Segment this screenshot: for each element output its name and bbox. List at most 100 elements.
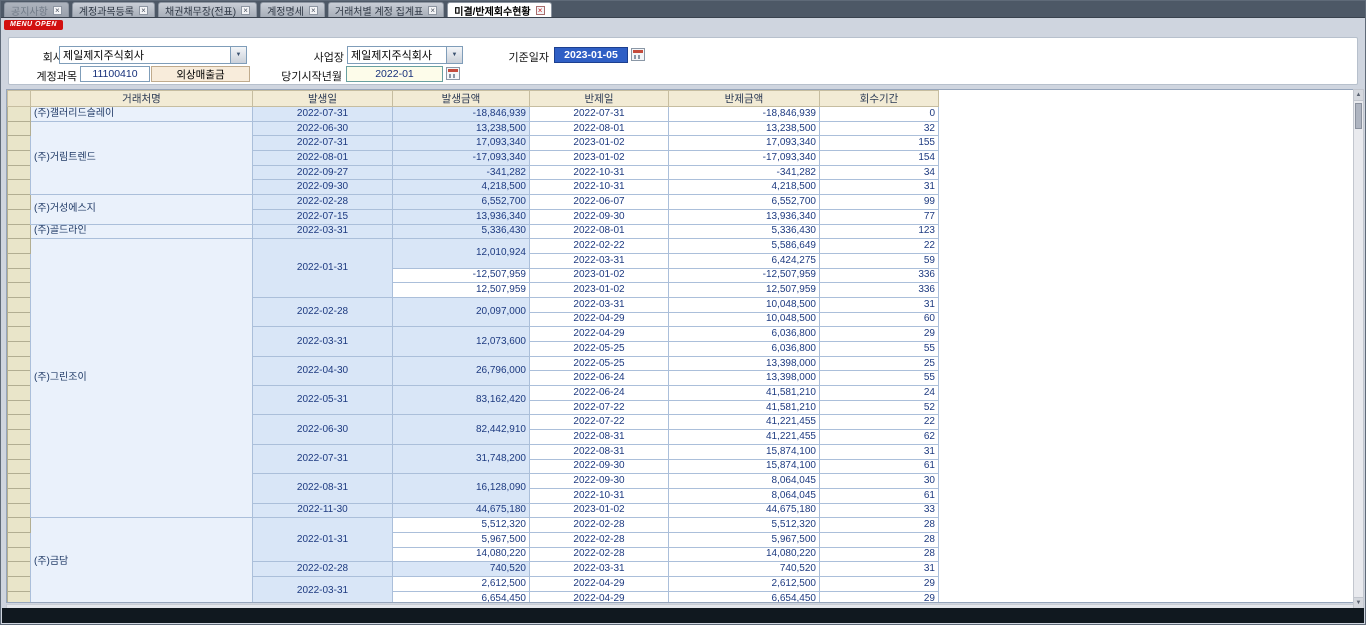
occurrence-amount-cell[interactable]: -12,507,959	[393, 268, 530, 283]
occurrence-date-cell[interactable]: 2022-02-28	[253, 562, 393, 577]
customer-name-cell[interactable]: (주)금담	[31, 518, 253, 603]
collection-days-cell[interactable]: 55	[820, 342, 939, 357]
occurrence-amount-cell[interactable]: 44,675,180	[393, 503, 530, 518]
settlement-date-cell[interactable]: 2022-06-24	[530, 386, 669, 401]
settlement-amount-cell[interactable]: 6,036,800	[669, 327, 820, 342]
customer-name-cell[interactable]: (주)거림트렌드	[31, 121, 253, 194]
settlement-date-cell[interactable]: 2022-05-25	[530, 342, 669, 357]
customer-name-cell[interactable]: (주)골드라인	[31, 224, 253, 239]
settlement-amount-cell[interactable]: 14,080,220	[669, 547, 820, 562]
settlement-amount-cell[interactable]: 13,398,000	[669, 371, 820, 386]
occurrence-date-cell[interactable]: 2022-08-01	[253, 151, 393, 166]
settlement-amount-cell[interactable]: 41,581,210	[669, 386, 820, 401]
row-selector[interactable]	[8, 444, 31, 459]
occurrence-date-cell[interactable]: 2022-02-28	[253, 195, 393, 210]
settlement-amount-cell[interactable]: 8,064,045	[669, 474, 820, 489]
collection-days-cell[interactable]: 28	[820, 547, 939, 562]
settlement-date-cell[interactable]: 2022-02-28	[530, 518, 669, 533]
collection-days-cell[interactable]: 155	[820, 136, 939, 151]
settlement-amount-cell[interactable]: 15,874,100	[669, 444, 820, 459]
collection-days-cell[interactable]: 55	[820, 371, 939, 386]
period-start-input[interactable]: 2022-01	[346, 66, 443, 82]
row-selector[interactable]	[8, 430, 31, 445]
settlement-date-cell[interactable]: 2022-06-24	[530, 371, 669, 386]
tab-account-detail[interactable]: 계정명세 ×	[260, 2, 325, 17]
settlement-amount-cell[interactable]: 10,048,500	[669, 297, 820, 312]
row-selector[interactable]	[8, 195, 31, 210]
settlement-amount-cell[interactable]: 5,967,500	[669, 532, 820, 547]
collection-days-cell[interactable]: 0	[820, 107, 939, 122]
row-selector[interactable]	[8, 121, 31, 136]
collection-days-cell[interactable]: 32	[820, 121, 939, 136]
row-selector[interactable]	[8, 400, 31, 415]
occurrence-amount-cell[interactable]: 2,612,500	[393, 577, 530, 592]
occurrence-amount-cell[interactable]: 14,080,220	[393, 547, 530, 562]
settlement-amount-cell[interactable]: 5,336,430	[669, 224, 820, 239]
occurrence-date-cell[interactable]: 2022-06-30	[253, 415, 393, 444]
settlement-amount-cell[interactable]: 6,654,450	[669, 591, 820, 603]
occurrence-date-cell[interactable]: 2022-07-31	[253, 107, 393, 122]
settlement-date-cell[interactable]: 2022-06-07	[530, 195, 669, 210]
row-selector[interactable]	[8, 312, 31, 327]
occurrence-date-cell[interactable]: 2022-02-28	[253, 297, 393, 326]
settlement-date-cell[interactable]: 2022-04-29	[530, 312, 669, 327]
calendar-icon[interactable]	[631, 48, 645, 61]
settlement-date-cell[interactable]: 2023-01-02	[530, 503, 669, 518]
collection-days-cell[interactable]: 61	[820, 459, 939, 474]
tab-close-icon[interactable]: ×	[53, 6, 62, 15]
settlement-date-cell[interactable]: 2022-03-31	[530, 562, 669, 577]
occurrence-amount-cell[interactable]: 13,936,340	[393, 209, 530, 224]
occurrence-date-cell[interactable]: 2022-11-30	[253, 503, 393, 518]
settlement-amount-cell[interactable]: 17,093,340	[669, 136, 820, 151]
occurrence-date-cell[interactable]: 2022-07-15	[253, 209, 393, 224]
tab-close-icon[interactable]: ×	[536, 6, 545, 15]
occurrence-date-cell[interactable]: 2022-07-31	[253, 136, 393, 151]
base-date-input[interactable]: 2023-01-05	[554, 47, 628, 63]
occurrence-amount-cell[interactable]: 4,218,500	[393, 180, 530, 195]
settlement-amount-cell[interactable]: -17,093,340	[669, 151, 820, 166]
settlement-date-cell[interactable]: 2022-02-28	[530, 532, 669, 547]
occurrence-date-cell[interactable]: 2022-05-31	[253, 386, 393, 415]
scrollbar-thumb[interactable]	[1355, 103, 1362, 129]
occurrence-amount-cell[interactable]: 5,336,430	[393, 224, 530, 239]
occurrence-amount-cell[interactable]: 13,238,500	[393, 121, 530, 136]
settlement-amount-cell[interactable]: 13,398,000	[669, 356, 820, 371]
collection-days-cell[interactable]: 25	[820, 356, 939, 371]
occurrence-date-cell[interactable]: 2022-09-30	[253, 180, 393, 195]
tab-close-icon[interactable]: ×	[309, 6, 318, 15]
collection-days-cell[interactable]: 29	[820, 327, 939, 342]
occurrence-date-cell[interactable]: 2022-01-31	[253, 239, 393, 298]
settlement-amount-cell[interactable]: 13,238,500	[669, 121, 820, 136]
row-selector[interactable]	[8, 268, 31, 283]
grid-header-customer-name[interactable]: 거래처명	[31, 91, 253, 107]
occurrence-amount-cell[interactable]: 17,093,340	[393, 136, 530, 151]
customer-name-cell[interactable]: (주)거성에스지	[31, 195, 253, 224]
occurrence-amount-cell[interactable]: -17,093,340	[393, 151, 530, 166]
collection-days-cell[interactable]: 77	[820, 209, 939, 224]
settlement-date-cell[interactable]: 2023-01-02	[530, 268, 669, 283]
row-selector[interactable]	[8, 532, 31, 547]
occurrence-amount-cell[interactable]: 26,796,000	[393, 356, 530, 385]
settlement-amount-cell[interactable]: 41,221,455	[669, 430, 820, 445]
row-selector[interactable]	[8, 180, 31, 195]
collection-days-cell[interactable]: 99	[820, 195, 939, 210]
row-selector[interactable]	[8, 386, 31, 401]
row-selector[interactable]	[8, 562, 31, 577]
occurrence-amount-cell[interactable]: 5,512,320	[393, 518, 530, 533]
collection-days-cell[interactable]: 34	[820, 165, 939, 180]
collection-days-cell[interactable]: 123	[820, 224, 939, 239]
occurrence-amount-cell[interactable]: 20,097,000	[393, 297, 530, 326]
chevron-down-icon[interactable]: ▼	[230, 47, 246, 63]
grid-header-settlement-date[interactable]: 반제일	[530, 91, 669, 107]
settlement-amount-cell[interactable]: -341,282	[669, 165, 820, 180]
settlement-date-cell[interactable]: 2022-10-31	[530, 165, 669, 180]
collection-days-cell[interactable]: 28	[820, 532, 939, 547]
collection-days-cell[interactable]: 22	[820, 415, 939, 430]
row-selector[interactable]	[8, 239, 31, 254]
scroll-up-icon[interactable]: ▲	[1354, 90, 1363, 101]
collection-days-cell[interactable]: 31	[820, 180, 939, 195]
settlement-date-cell[interactable]: 2022-05-25	[530, 356, 669, 371]
occurrence-date-cell[interactable]: 2022-08-31	[253, 474, 393, 503]
row-selector[interactable]	[8, 547, 31, 562]
tab-customer-account-summary[interactable]: 거래처별 계정 집계표 ×	[328, 2, 444, 17]
